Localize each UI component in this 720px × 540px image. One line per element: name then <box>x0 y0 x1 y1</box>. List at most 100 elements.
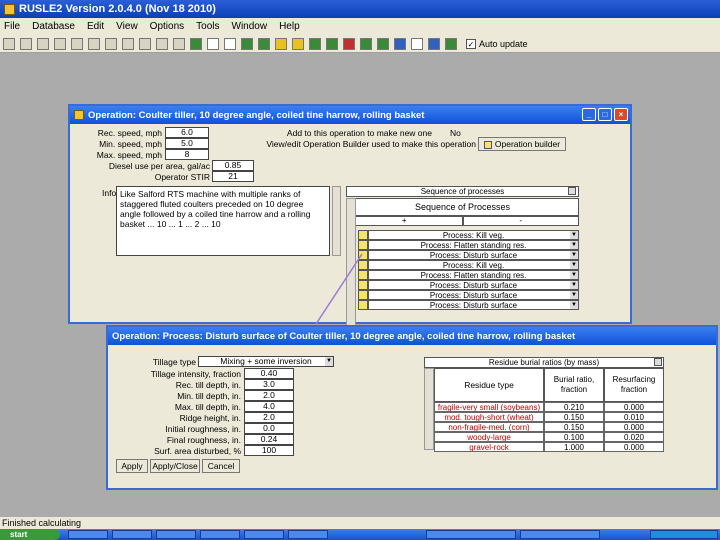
paste-icon[interactable] <box>88 37 100 50</box>
tractor-icon[interactable] <box>241 37 253 50</box>
residue-type-cell[interactable]: mod. tough-short (wheat) <box>434 412 544 422</box>
app-icon <box>4 3 15 15</box>
residue-type-header: Residue type <box>434 368 544 402</box>
burial-ratio-header: Burial ratio, fraction <box>544 368 604 402</box>
taskbar-item[interactable] <box>112 530 152 539</box>
dropdown-arrow-icon[interactable]: ▼ <box>325 357 333 366</box>
folder-icon[interactable] <box>292 37 304 50</box>
system-tray <box>650 530 718 539</box>
menu-file[interactable]: File <box>4 21 20 32</box>
apply-close-button[interactable]: Apply/Close <box>150 459 200 473</box>
surf-area-disturbed-field[interactable]: 100 <box>244 445 294 456</box>
residue-type-cell[interactable]: non-fragile-med. (corn) <box>434 422 544 432</box>
cut-icon[interactable] <box>54 37 66 50</box>
tillage-type-select[interactable]: Mixing + some inversion ▼ <box>198 356 334 367</box>
process-window: Operation: Process: Disturb surface of C… <box>106 325 718 490</box>
resurfacing-cell[interactable]: 0.000 <box>604 422 664 432</box>
taskbar-item[interactable] <box>288 530 328 539</box>
final-roughness-label: Final roughness, in. <box>166 435 241 445</box>
residue-type-cell[interactable]: woody-large <box>434 432 544 442</box>
residue-type-cell[interactable]: gravel-rock <box>434 442 544 452</box>
field-icon[interactable] <box>360 37 372 50</box>
globe-icon[interactable] <box>428 37 440 50</box>
tillage-intensity-field[interactable]: 0.40 <box>244 368 294 379</box>
table-icon[interactable] <box>224 37 236 50</box>
residue-type-cell[interactable]: fragile-very small (soybeans) <box>434 402 544 412</box>
surf-area-disturbed-label: Surf. area disturbed, % <box>154 446 241 456</box>
undo-icon[interactable] <box>105 37 117 50</box>
residue-header-dropdown-icon[interactable] <box>654 358 662 366</box>
sort-desc-icon[interactable] <box>156 37 168 50</box>
save-as-icon[interactable] <box>20 37 32 50</box>
taskbar-item[interactable] <box>244 530 284 539</box>
taskbar-item[interactable] <box>156 530 196 539</box>
tillage-type-value: Mixing + some inversion <box>220 356 312 366</box>
auto-update-toggle[interactable]: ✓ Auto update <box>466 38 528 49</box>
vegetation-icon[interactable] <box>275 37 287 50</box>
start-button[interactable]: start <box>0 529 60 540</box>
process-window-title-bar[interactable]: Operation: Process: Disturb surface of C… <box>108 327 716 345</box>
tillage-intensity-label: Tillage intensity, fraction <box>150 369 241 379</box>
resurfacing-cell[interactable]: 0.000 <box>604 442 664 452</box>
copy-icon[interactable] <box>71 37 83 50</box>
taskbar-item[interactable] <box>520 530 600 539</box>
hand-icon[interactable] <box>309 37 321 50</box>
auto-update-checkbox[interactable]: ✓ <box>466 38 476 49</box>
redo-icon[interactable] <box>122 37 134 50</box>
burial-ratio-cell[interactable]: 0.100 <box>544 432 604 442</box>
menu-options[interactable]: Options <box>150 21 184 32</box>
profile-icon[interactable] <box>394 37 406 50</box>
strip-icon[interactable] <box>377 37 389 50</box>
chart-icon[interactable] <box>411 37 423 50</box>
resurfacing-cell[interactable]: 0.010 <box>604 412 664 422</box>
burial-ratio-cell[interactable]: 0.210 <box>544 402 604 412</box>
initial-roughness-field[interactable]: 0.0 <box>244 423 294 434</box>
final-roughness-field[interactable]: 0.24 <box>244 434 294 445</box>
resurfacing-cell[interactable]: 0.000 <box>604 402 664 412</box>
list-icon[interactable] <box>173 37 185 50</box>
toolbar: ✓ Auto update <box>0 35 720 53</box>
menu-edit[interactable]: Edit <box>87 21 104 32</box>
auto-update-label: Auto update <box>479 38 528 49</box>
initial-roughness-label: Initial roughness, in. <box>165 424 241 434</box>
menu-bar: File Database Edit View Options Tools Wi… <box>0 18 720 35</box>
menu-database[interactable]: Database <box>32 21 75 32</box>
process-window-title: Operation: Process: Disturb surface of C… <box>112 330 576 342</box>
rec-till-depth-field[interactable]: 3.0 <box>244 379 294 390</box>
print-icon[interactable] <box>37 37 49 50</box>
min-till-depth-label: Min. till depth, in. <box>177 391 241 401</box>
menu-help[interactable]: Help <box>279 21 300 32</box>
mdi-workspace: Operation: Coulter tiller, 10 degree ang… <box>0 54 720 517</box>
climate-icon[interactable] <box>445 37 457 50</box>
min-till-depth-field[interactable]: 2.0 <box>244 390 294 401</box>
apply-button[interactable]: Apply <box>116 459 148 473</box>
grid-icon[interactable] <box>207 37 219 50</box>
residue-scrollbar[interactable] <box>424 368 434 450</box>
ridge-height-label: Ridge height, in. <box>179 413 241 423</box>
crop-icon[interactable] <box>258 37 270 50</box>
residue-header: Residue burial ratios (by mass) <box>424 357 664 368</box>
cancel-button[interactable]: Cancel <box>202 459 240 473</box>
tree-icon[interactable] <box>326 37 338 50</box>
menu-view[interactable]: View <box>116 21 138 32</box>
ridge-height-field[interactable]: 2.0 <box>244 412 294 423</box>
resurfacing-cell[interactable]: 0.020 <box>604 432 664 442</box>
menu-tools[interactable]: Tools <box>196 21 219 32</box>
save-icon[interactable] <box>3 37 15 50</box>
tillage-type-label: Tillage type <box>152 357 196 367</box>
status-text: Finished calculating <box>2 518 82 528</box>
taskbar-item[interactable] <box>200 530 240 539</box>
menu-window[interactable]: Window <box>232 21 268 32</box>
taskbar-item[interactable] <box>68 530 108 539</box>
start-label: start <box>10 530 28 539</box>
max-till-depth-label: Max. till depth, in. <box>174 402 241 412</box>
burial-ratio-cell[interactable]: 1.000 <box>544 442 604 452</box>
burial-ratio-cell[interactable]: 0.150 <box>544 412 604 422</box>
sort-icon[interactable] <box>139 37 151 50</box>
burial-ratio-cell[interactable]: 0.150 <box>544 422 604 432</box>
residue-icon[interactable] <box>343 37 355 50</box>
max-till-depth-field[interactable]: 4.0 <box>244 401 294 412</box>
taskbar-item[interactable] <box>426 530 516 539</box>
resurfacing-header: Resurfacing fraction <box>604 368 664 402</box>
plant-icon[interactable] <box>190 37 202 50</box>
